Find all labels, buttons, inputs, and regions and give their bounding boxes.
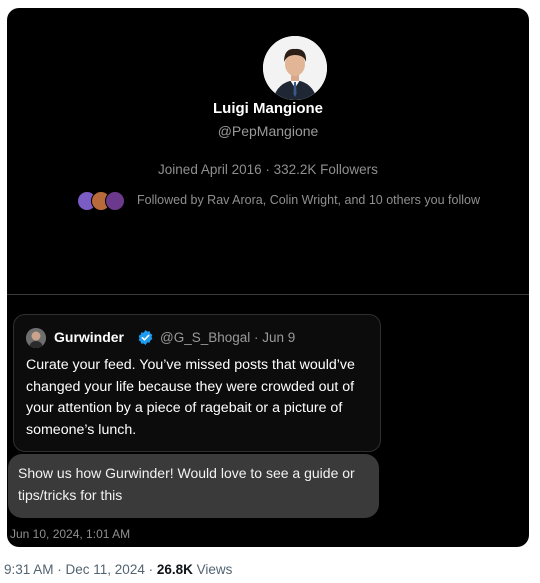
reply-text: Show us how Gurwinder! Would love to see… [18,465,355,503]
reply-bubble: Show us how Gurwinder! Would love to see… [8,454,379,518]
views-count: 26.8K [156,562,193,577]
quoted-author-photo [26,328,46,348]
quoted-post-text: Curate your feed. You’ve missed posts th… [26,357,355,438]
verified-badge-icon [138,330,153,345]
profile-joined-followers: Joined April 2016 · 332.2K Followers [158,162,378,177]
follower-avatar [105,191,125,211]
views-label: Views [192,562,233,577]
divider [7,294,529,295]
post-time-date[interactable]: 9:31 AM · Dec 11, 2024 · [4,562,157,577]
profile-handle[interactable]: @PepMangione [7,123,529,139]
followed-by-row[interactable]: Followed by Rav Arora, Colin Wright, and… [75,188,525,214]
reply-timestamp: Jun 10, 2024, 1:01 AM [10,527,131,541]
quoted-author-handle-date[interactable]: @G_S_Bhogal · Jun 9 [160,330,295,345]
post-meta: 9:31 AM · Dec 11, 2024 · 26.8K Views [4,562,232,577]
profile-photo [263,36,327,100]
followed-by-text: Followed by Rav Arora, Colin Wright, and… [137,193,480,207]
profile-avatar[interactable] [263,36,327,100]
quoted-post[interactable]: Gurwinder @G_S_Bhogal · Jun 9 Curate you… [13,314,381,452]
profile-name[interactable]: Luigi Mangione [7,100,529,117]
quoted-author-avatar[interactable] [26,328,46,348]
quoted-author-name[interactable]: Gurwinder [54,329,124,345]
screenshot-card: Luigi Mangione @PepMangione Joined April… [7,8,529,547]
